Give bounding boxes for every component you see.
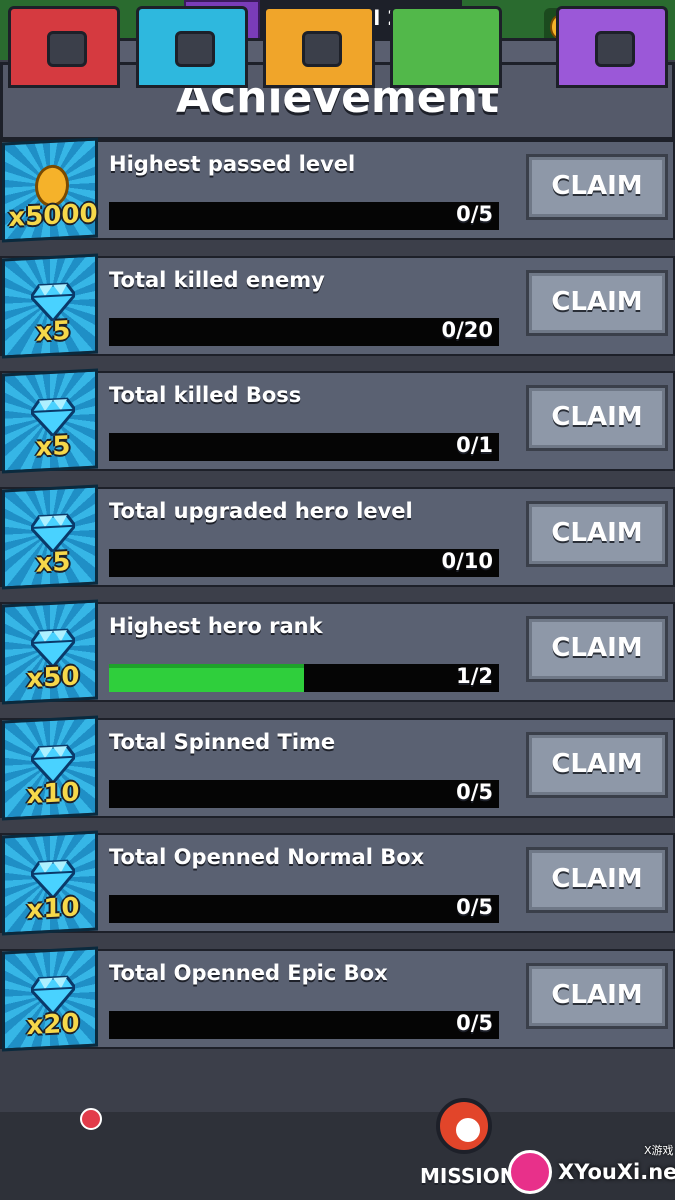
achievement-name: Highest passed level — [109, 152, 356, 176]
progress-fill — [109, 664, 304, 692]
achievement-row: x10 Total Spinned Time 0/5 CLAIM — [0, 714, 675, 821]
progress-bar: 0/5 — [109, 779, 499, 808]
progress-value: 0/1 — [456, 433, 493, 457]
progress-bar: 0/10 — [109, 548, 499, 577]
achievement-row: x10 Total Openned Normal Box 0/5 CLAIM — [0, 830, 675, 936]
claim-button[interactable]: CLAIM — [526, 847, 668, 913]
achievement-name: Total Openned Normal Box — [109, 845, 425, 869]
book-upgrade-icon — [175, 31, 215, 67]
reward-amount: x10 — [26, 776, 80, 810]
notification-dot — [80, 1108, 102, 1130]
claim-button[interactable]: CLAIM — [526, 154, 668, 220]
reward-card: x5 — [2, 368, 98, 474]
claim-button[interactable]: CLAIM — [526, 616, 668, 682]
helmet-icon — [302, 31, 342, 67]
claim-button[interactable]: CLAIM — [526, 385, 668, 451]
progress-value: 0/20 — [441, 317, 493, 342]
claim-button[interactable]: CLAIM — [526, 962, 668, 1029]
nav-mission-label: MISSION — [420, 1164, 517, 1188]
chest-icon — [47, 31, 87, 67]
reward-card: x20 — [2, 945, 98, 1052]
achievement-name: Total killed enemy — [109, 267, 325, 292]
progress-bar: 0/1 — [109, 433, 499, 461]
achievement-row: x5 Total killed enemy 0/20 CLAIM — [0, 252, 675, 359]
watermark: XYouXi.net X游戏 — [504, 1140, 675, 1200]
watermark-small: X游戏 — [644, 1144, 674, 1157]
achievement-name: Total killed Boss — [109, 383, 302, 407]
achievement-name: Total upgraded hero level — [109, 498, 413, 523]
reward-amount: x5000 — [8, 198, 98, 234]
shop-icon — [595, 31, 635, 67]
achievement-name: Total Spinned Time — [109, 729, 336, 754]
claim-button[interactable]: CLAIM — [526, 269, 668, 336]
nav-chest-button[interactable] — [8, 6, 120, 88]
nav-book-button[interactable] — [136, 6, 248, 88]
progress-value: 0/5 — [456, 779, 493, 804]
progress-value: 0/10 — [441, 548, 493, 573]
reward-card: x5000 — [2, 137, 98, 243]
achievement-row: x5000 Highest passed level 0/5 CLAIM — [0, 137, 675, 243]
nav-hero-button[interactable] — [263, 6, 375, 88]
mission-target-icon — [436, 1098, 492, 1154]
nav-shop-button[interactable] — [556, 6, 668, 88]
achievement-row: x5 Total upgraded hero level 0/10 CLAIM — [0, 483, 675, 590]
achievement-row: x20 Total Openned Epic Box 0/5 CLAIM — [0, 945, 675, 1052]
reward-card: x50 — [2, 599, 98, 705]
achievement-name: Total Openned Epic Box — [109, 960, 388, 985]
reward-card: x10 — [2, 830, 98, 936]
reward-card: x5 — [2, 252, 98, 359]
claim-button[interactable]: CLAIM — [526, 731, 668, 798]
progress-bar: 0/5 — [109, 1010, 499, 1039]
watermark-logo-icon — [508, 1150, 552, 1194]
achievement-row: x5 Total killed Boss 0/1 CLAIM — [0, 368, 675, 474]
nav-mission-button[interactable] — [390, 6, 502, 88]
reward-card: x10 — [2, 714, 98, 821]
watermark-text: XYouXi.net — [558, 1160, 675, 1184]
progress-value: 0/5 — [456, 202, 493, 226]
reward-amount: x5 — [35, 315, 71, 348]
claim-button[interactable]: CLAIM — [526, 500, 668, 567]
progress-bar: 0/20 — [109, 317, 499, 346]
progress-bar: 0/5 — [109, 895, 499, 923]
reward-amount: x5 — [35, 430, 71, 463]
reward-card: x5 — [2, 483, 98, 590]
progress-bar: 0/5 — [109, 202, 499, 230]
progress-value: 0/5 — [456, 1010, 493, 1035]
reward-amount: x50 — [26, 661, 80, 695]
reward-amount: x20 — [26, 1007, 80, 1041]
reward-amount: x5 — [35, 546, 71, 579]
achievement-row: x50 Highest hero rank 1/2 CLAIM — [0, 599, 675, 705]
achievement-name: Highest hero rank — [109, 614, 323, 638]
progress-bar: 1/2 — [109, 664, 499, 692]
progress-value: 0/5 — [456, 895, 493, 919]
reward-amount: x10 — [26, 892, 80, 926]
progress-value: 1/2 — [456, 664, 493, 688]
